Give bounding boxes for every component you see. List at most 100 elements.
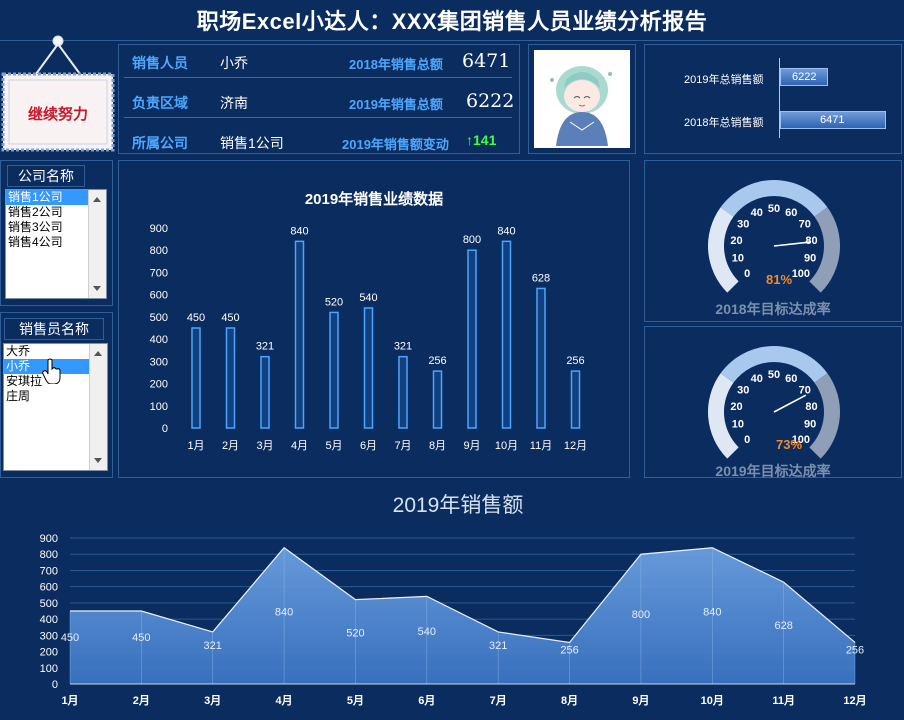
bar-y-tick: 500 <box>150 312 168 324</box>
gauge-tick-label: 80 <box>805 401 817 413</box>
person-box-title: 销售员名称 <box>4 318 104 340</box>
area-y-tick: 600 <box>40 582 58 594</box>
bar <box>191 327 201 429</box>
gauge-needle <box>773 241 810 247</box>
bar <box>432 370 443 429</box>
gauge-needle <box>773 394 807 413</box>
bar-x-tick: 1月 <box>187 440 204 452</box>
area-data-label: 450 <box>132 632 150 644</box>
bar-data-label: 800 <box>463 234 481 246</box>
bar-x-tick: 5月 <box>325 440 342 452</box>
gauge-2018-caption: 2018年目标达成率 <box>715 301 831 317</box>
area-chart: 2019年销售额 0 100 200 300 400 500 600 700 800 900 45… <box>40 494 867 707</box>
gauge-tick-label: 70 <box>799 219 811 231</box>
bar-y-tick: 600 <box>150 290 168 302</box>
area-data-label: 321 <box>204 640 222 652</box>
bar <box>363 307 374 429</box>
gauge-tick-label: 30 <box>737 219 749 231</box>
total-2019-bar-label: 2019年总销售额 <box>684 74 764 86</box>
bar-x-tick: 11月 <box>530 440 552 452</box>
area-x-tick: 6月 <box>418 694 435 707</box>
avatar <box>534 50 630 148</box>
total-2019-value: 6222 <box>466 90 515 112</box>
area-y-tick: 400 <box>40 614 58 626</box>
gauge-tick-label: 50 <box>768 203 780 215</box>
bar-data-label: 840 <box>290 225 308 237</box>
scroll-up-icon[interactable] <box>94 351 102 356</box>
bar-data-label: 540 <box>359 292 377 304</box>
scroll-down-icon[interactable] <box>93 286 101 291</box>
total-2018-bar-value: 6471 <box>820 114 845 126</box>
company-listbox[interactable]: 销售1公司 销售2公司 销售3公司 销售4公司 <box>5 189 107 299</box>
company-scrollbar[interactable] <box>88 190 106 298</box>
bar-y-tick: 700 <box>150 267 168 279</box>
bar <box>294 240 305 429</box>
gauge-tick-label: 100 <box>792 268 810 280</box>
bar-data-label: 840 <box>497 225 515 237</box>
gauge-tick-label: 80 <box>805 235 817 247</box>
person-scrollbar[interactable] <box>89 344 107 470</box>
gauge-2019-caption: 2019年目标达成率 <box>715 463 831 479</box>
gauge-tick-label: 10 <box>732 419 744 431</box>
area-y-tick: 700 <box>40 565 58 577</box>
gauge-2019-percent: 73% <box>776 437 803 452</box>
area-data-label: 840 <box>275 606 293 618</box>
area-x-tick: 10月 <box>701 694 724 707</box>
bar <box>398 355 408 429</box>
salesperson-value: 小乔 <box>220 55 248 71</box>
gauge-tick-label: 0 <box>744 268 750 280</box>
bar-y-tick: 800 <box>150 245 168 257</box>
badge-hanger <box>1 35 115 152</box>
bar-x-tick: 9月 <box>463 440 480 452</box>
area-y-tick: 200 <box>40 647 58 659</box>
badge-text: 继续努力 <box>27 106 88 123</box>
bar-data-label: 450 <box>221 312 239 324</box>
gauge-tick-label: 90 <box>804 253 816 265</box>
bar-data-label: 520 <box>325 296 343 308</box>
area-data-label: 628 <box>774 620 792 632</box>
bar-chart-title: 2019年销售业绩数据 <box>305 190 443 208</box>
bar-x-tick: 12月 <box>564 440 587 452</box>
total-2018-value: 6471 <box>462 50 511 72</box>
page-title: 职场Excel小达人：XXX集团销售人员业绩分析报告 <box>196 9 708 34</box>
total-2018-label: 2018年销售总额 <box>349 57 443 72</box>
scroll-down-icon[interactable] <box>94 458 102 463</box>
change-value: 141 <box>473 132 497 148</box>
gauge-tick-label: 0 <box>744 434 750 446</box>
bar <box>570 370 581 429</box>
bar-y-tick: 300 <box>150 356 168 368</box>
area-data-label: 256 <box>560 644 578 656</box>
bar <box>329 311 339 429</box>
bar <box>225 327 236 429</box>
gauge-tick-label: 40 <box>751 373 763 385</box>
area-x-tick: 2月 <box>133 694 150 707</box>
salesperson-label: 销售人员 <box>132 55 188 71</box>
area-data-label: 256 <box>846 644 864 656</box>
bar <box>260 355 270 429</box>
gauge-tick-label: 20 <box>730 235 742 247</box>
total-2019-bar-value: 6222 <box>792 71 817 83</box>
gauge-tick-label: 10 <box>732 253 744 265</box>
bar-y-tick: 400 <box>150 334 168 346</box>
bar-data-label: 628 <box>532 272 550 284</box>
area-y-tick: 0 <box>52 679 58 691</box>
gauge-tick-label: 60 <box>785 207 797 219</box>
info-divider <box>124 117 512 118</box>
bar-y-tick: 100 <box>150 401 168 413</box>
area-data-label: 450 <box>61 632 79 644</box>
gauge-band <box>708 373 739 459</box>
area-y-tick: 100 <box>40 663 58 675</box>
gauge-2018: 010 20 3040 50 6070 80 90 100 <box>708 180 840 293</box>
scroll-up-icon[interactable] <box>93 197 101 202</box>
area-x-tick: 12月 <box>843 694 866 707</box>
total-2019-label: 2019年销售总额 <box>349 97 443 112</box>
bar-x-tick: 7月 <box>394 440 411 452</box>
area-x-tick: 8月 <box>561 694 578 707</box>
area-y-tick: 800 <box>40 549 58 561</box>
bar-data-label: 256 <box>428 355 446 367</box>
area-x-tick: 4月 <box>276 694 293 707</box>
gauge-2019: 010203040 50 60708090100 <box>708 346 840 459</box>
area-y-tick: 500 <box>40 598 58 610</box>
change-label: 2019年销售额变动 <box>342 137 449 152</box>
total-2018-bar-label: 2018年总销售额 <box>684 117 764 129</box>
